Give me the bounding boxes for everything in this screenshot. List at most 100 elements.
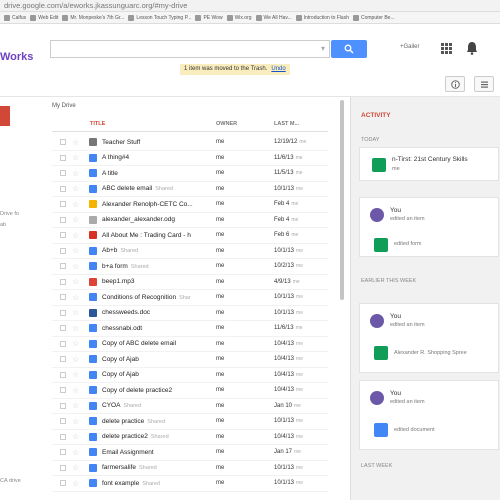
file-name[interactable]: alexander_alexander.odg [102,216,222,223]
file-row[interactable]: ☆ b+a form Shared me 10/2/13 me [52,259,328,275]
bell-icon[interactable] [466,41,478,55]
row-checkbox[interactable] [60,170,66,177]
star-icon[interactable]: ☆ [72,463,79,472]
scrollbar[interactable] [340,100,344,300]
row-checkbox[interactable] [60,449,66,456]
file-row[interactable]: ☆ Alexander Renolph-CETC Co... me Feb 4 me [52,197,328,213]
row-checkbox[interactable] [60,201,66,208]
bookmark[interactable]: Mr. Monpeske's 7th Gr... [62,14,124,21]
file-row[interactable]: ☆ beep1.mp3 me 4/9/13 me [52,275,328,290]
row-checkbox[interactable] [60,356,66,363]
activity-card[interactable]: You edited an item edited document [359,380,499,450]
bookmark[interactable]: Introduction to Flash [295,14,349,21]
star-icon[interactable]: ☆ [72,277,79,286]
file-name[interactable]: Email Assignment [102,449,222,456]
row-checkbox[interactable] [60,139,66,146]
star-icon[interactable]: ☆ [72,370,79,379]
row-checkbox[interactable] [60,185,66,192]
bookmark[interactable]: Calfus [4,14,26,21]
file-name[interactable]: A thing#4 [102,154,222,161]
file-name[interactable]: CYOA Shared [102,402,222,409]
bookmark[interactable]: Wix.org [226,14,252,21]
url-text[interactable]: drive.google.com/a/eworks.jkassunguarc.o… [4,1,187,10]
breadcrumb[interactable]: My Drive [52,103,76,109]
column-header-owner[interactable]: OWNER [216,121,237,127]
file-row[interactable]: ☆ delete practice2 Shared me 10/4/13 me [52,430,328,445]
row-checkbox[interactable] [60,154,66,161]
list-view-button[interactable] [474,76,494,92]
file-name[interactable]: font example Shared [102,480,222,487]
file-name[interactable]: b+a form Shared [102,263,222,270]
file-row[interactable]: ☆ alexander_alexander.odg me Feb 4 me [52,213,328,228]
file-row[interactable]: ☆ Ab+b Shared me 10/1/13 me [52,244,328,259]
star-icon[interactable]: ☆ [72,401,79,410]
star-icon[interactable]: ☆ [72,448,79,457]
file-name[interactable]: All About Me : Trading Card - h [102,232,222,239]
column-header-title[interactable]: TITLE [90,121,105,127]
activity-card[interactable]: You edited an item edited form [359,197,499,257]
star-icon[interactable]: ☆ [72,262,79,271]
row-checkbox[interactable] [60,402,66,409]
search-dropdown-icon[interactable]: ▾ [321,44,325,53]
file-row[interactable]: ☆ Copy of delete practice2 me 10/4/13 me [52,383,328,399]
bookmark[interactable]: Computer Be... [353,14,395,21]
row-checkbox[interactable] [60,387,66,394]
row-checkbox[interactable] [60,278,66,285]
bookmark[interactable]: We All Hav... [255,14,292,21]
file-name[interactable]: delete practice2 Shared [102,433,222,440]
file-row[interactable]: ☆ Copy of Ajab me 10/4/13 me [52,368,328,383]
row-checkbox[interactable] [60,325,66,332]
file-name[interactable]: Copy of ABC delete email [102,340,222,347]
file-row[interactable]: ☆ Conditions of Recognition Shar me 10/1/13 m… [52,290,328,306]
address-bar[interactable]: drive.google.com/a/eworks.jkassunguarc.o… [0,0,500,12]
file-row[interactable]: ☆ A title me 11/5/13 me [52,166,328,182]
column-header-last-modified[interactable]: LAST M... [274,121,299,127]
file-row[interactable]: ☆ Email Assignment me Jan 17 me [52,445,328,461]
activity-card[interactable]: n-Tirst: 21st Century Skills me [359,147,499,181]
file-name[interactable]: ABC delete email Shared [102,185,222,192]
star-icon[interactable]: ☆ [72,339,79,348]
row-checkbox[interactable] [60,371,66,378]
star-icon[interactable]: ☆ [72,153,79,162]
file-row[interactable]: ☆ farmersalife Shared me 10/1/13 me [52,461,328,476]
file-row[interactable]: ☆ chessnabi.odt me 11/6/13 me [52,321,328,337]
file-row[interactable]: ☆ CYOA Shared me Jan 10 me [52,399,328,414]
file-row[interactable]: ☆ ABC delete email Shared me 10/1/13 me [52,182,328,197]
file-name[interactable]: Ab+b Shared [102,247,222,254]
row-checkbox[interactable] [60,340,66,347]
file-name[interactable]: Alexander Renolph-CETC Co... [102,201,222,208]
undo-link[interactable]: Undo [271,66,285,72]
row-checkbox[interactable] [60,247,66,254]
row-checkbox[interactable] [60,418,66,425]
file-name[interactable]: delete practice Shared [102,418,222,425]
profile-link[interactable]: +Gailer [400,44,420,50]
create-button[interactable] [0,106,10,126]
file-row[interactable]: ☆ chessweeds.doc me 10/1/13 me [52,306,328,321]
file-name[interactable]: chessnabi.odt [102,325,222,332]
star-icon[interactable]: ☆ [72,169,79,178]
sidebar-footer[interactable]: CA drive [0,478,21,484]
file-name[interactable]: chessweeds.doc [102,309,222,316]
row-checkbox[interactable] [60,309,66,316]
star-icon[interactable]: ☆ [72,308,79,317]
search-input[interactable]: ▾ [50,40,330,58]
star-icon[interactable]: ☆ [72,246,79,255]
file-row[interactable]: ☆ A thing#4 me 11/6/13 me [52,151,328,166]
star-icon[interactable]: ☆ [72,184,79,193]
row-checkbox[interactable] [60,433,66,440]
file-row[interactable]: ☆ All About Me : Trading Card - h me Feb 6m… [52,228,328,244]
star-icon[interactable]: ☆ [72,432,79,441]
file-name[interactable]: A title [102,170,222,177]
file-row[interactable]: ☆ delete practice Shared me 10/1/13 me [52,414,328,430]
star-icon[interactable]: ☆ [72,355,79,364]
row-checkbox[interactable] [60,216,66,223]
activity-card[interactable]: You edited an item Alexander R. Shopping… [359,303,499,373]
brand-logo[interactable]: Works [0,51,33,63]
info-button[interactable] [445,76,465,92]
star-icon[interactable]: ☆ [72,215,79,224]
row-checkbox[interactable] [60,232,66,239]
file-name[interactable]: Teacher Stuff [102,139,222,146]
search-button[interactable] [331,40,367,58]
star-icon[interactable]: ☆ [72,417,79,426]
star-icon[interactable]: ☆ [72,231,79,240]
